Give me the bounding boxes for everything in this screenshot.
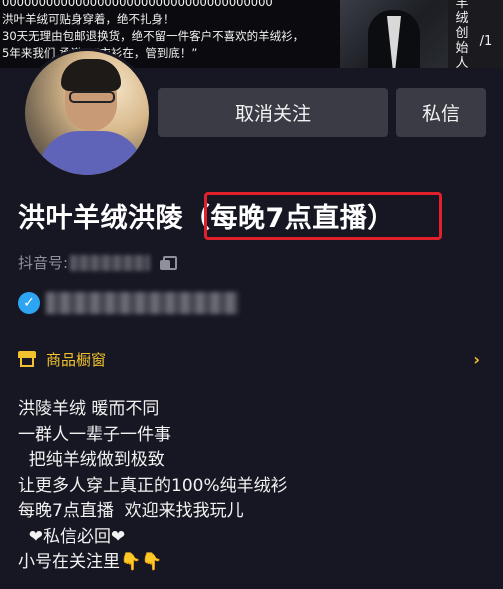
douyin-id-value-blurred: [70, 254, 151, 271]
shop-window-entry[interactable]: 商品橱窗 ›: [18, 348, 486, 370]
shop-window-label: 商品橱窗: [46, 350, 107, 369]
profile-bio: 洪陵羊绒 暖而不同 一群人一辈子一件事 把纯羊绒做到极致 让更多人穿上真正的10…: [18, 399, 288, 572]
avatar[interactable]: [22, 48, 152, 178]
banner-line: 0000000000000000000000000000000000000: [2, 0, 273, 9]
douyin-id-row: 抖音号:: [18, 252, 178, 273]
verification-row: ✓: [18, 292, 238, 314]
message-button[interactable]: 私信: [396, 88, 486, 137]
banner-vertical-col1: 羊绒创始人: [455, 0, 469, 68]
chevron-right-icon: ›: [473, 350, 480, 369]
douyin-id-label: 抖音号:: [18, 254, 69, 272]
unfollow-button[interactable]: 取消关注: [158, 88, 388, 137]
copy-icon[interactable]: [160, 255, 178, 270]
verification-text-blurred: [46, 292, 238, 314]
verified-check-icon: ✓: [18, 292, 40, 314]
banner-photo: [340, 0, 448, 68]
banner-line: 30天无理由包邮退换货，绝不留一件客户不喜欢的羊绒衫，: [2, 29, 305, 43]
banner-line: 洪叶羊绒可贴身穿着，绝不扎身！: [2, 12, 175, 26]
banner-vertical-text: 羊绒创始人 /1: [448, 0, 503, 68]
highlight-box: [204, 192, 442, 240]
banner-vertical-col2: /1: [479, 34, 493, 49]
shop-window-icon: [18, 351, 36, 367]
